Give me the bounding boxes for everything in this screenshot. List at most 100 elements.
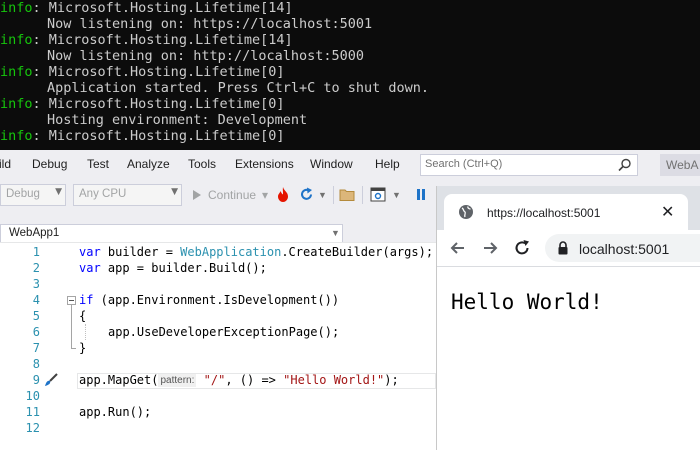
line-number: 1	[32, 245, 40, 259]
menu-test[interactable]: Test	[87, 157, 109, 171]
folder-icon[interactable]	[339, 187, 355, 202]
code-keyword: var	[79, 245, 101, 259]
fold-line	[71, 305, 72, 349]
code-string: "/"	[203, 373, 226, 387]
line-number: 2	[32, 261, 40, 275]
config-value: Debug	[6, 188, 40, 200]
solution-name-chip: WebA	[660, 154, 700, 176]
console-text: : Microsoft.Hosting.Lifetime[14]	[32, 32, 293, 48]
code-editor[interactable]: 1 2 3 4 5 6 7 8 9 10 11 12 var builder =…	[0, 242, 436, 450]
console-line: Now listening on: https://localhost:5001	[47, 16, 372, 32]
browser-link-icon[interactable]	[370, 187, 386, 202]
forward-arrow-icon[interactable]	[481, 239, 499, 257]
search-placeholder: Search (Ctrl+Q)	[425, 158, 503, 170]
console-text: : Microsoft.Hosting.Lifetime[0]	[32, 96, 285, 112]
quick-actions-brush-icon[interactable]	[44, 373, 58, 387]
console-line: Application started. Press Ctrl+C to shu…	[47, 80, 429, 96]
page-content: Hello World!	[437, 267, 700, 450]
info-prefix: info	[0, 32, 33, 48]
code-keyword: var	[79, 261, 101, 275]
parameter-inlay-hint: pattern:	[158, 374, 197, 387]
reload-icon[interactable]	[513, 239, 531, 257]
info-prefix: info	[0, 96, 33, 112]
lock-icon[interactable]	[557, 241, 569, 255]
code-keyword: if	[79, 293, 94, 307]
browser-tab-strip: https://localhost:5001 ✕	[437, 186, 700, 230]
console-text: Now listening on: http://localhost:5000	[47, 48, 364, 64]
menu-analyze[interactable]: Analyze	[127, 157, 170, 171]
console-text: Hosting environment: Development	[47, 112, 308, 128]
code-text: app = builder.Build();	[100, 261, 267, 275]
console-text: : Microsoft.Hosting.Lifetime[14]	[32, 0, 293, 16]
address-text: localhost:5001	[579, 241, 670, 257]
menu-tools[interactable]: Tools	[188, 157, 216, 171]
console-line: Now listening on: http://localhost:5000	[47, 48, 364, 64]
line-number: 11	[25, 405, 40, 419]
line-number: 10	[25, 389, 40, 403]
continue-dropdown-arrow[interactable]: ▾	[262, 188, 268, 202]
code-line: app.Run();	[79, 405, 152, 419]
solution-config-dropdown[interactable]: Debug ▼	[0, 184, 66, 206]
document-tab-label: WebApp1	[9, 227, 60, 239]
toolbar-separator	[362, 186, 363, 204]
hot-reload-flame-icon[interactable]	[277, 187, 289, 202]
pause-icon[interactable]	[416, 189, 426, 200]
code-string: "Hello World!"	[283, 373, 385, 387]
console-text: : Microsoft.Hosting.Lifetime[0]	[32, 128, 285, 144]
line-number: 6	[32, 325, 40, 339]
line-number: 7	[32, 341, 40, 355]
globe-icon	[459, 205, 473, 219]
close-tab-icon[interactable]: ✕	[661, 202, 674, 221]
play-icon[interactable]	[192, 189, 202, 201]
line-number: 12	[25, 421, 40, 435]
line-number: 4	[32, 293, 40, 307]
restart-icon[interactable]	[299, 187, 314, 202]
browser-tab-title: https://localhost:5001	[487, 206, 601, 220]
chevron-down-icon[interactable]: ▼	[392, 190, 401, 200]
browser-tab[interactable]: https://localhost:5001 ✕	[444, 194, 688, 230]
search-icon[interactable]	[617, 157, 633, 173]
line-number: 5	[32, 309, 40, 323]
menu-extensions[interactable]: Extensions	[235, 157, 294, 171]
menu-bar: ild Debug Test Analyze Tools Extensions …	[0, 150, 700, 180]
code-line: }	[79, 341, 87, 355]
line-number: 8	[32, 357, 40, 371]
code-text: );	[384, 373, 399, 387]
code-line: if (app.Environment.IsDevelopment())	[79, 292, 339, 308]
code-line: var app = builder.Build();	[79, 260, 267, 276]
code-line: app.UseDeveloperExceptionPage();	[108, 325, 340, 339]
console-text: Application started. Press Ctrl+C to shu…	[47, 80, 430, 96]
console-line: info: Microsoft.Hosting.Lifetime[14]	[0, 32, 293, 48]
platform-value: Any CPU	[79, 188, 127, 200]
menu-build[interactable]: ild	[0, 157, 11, 171]
toolbar-separator	[333, 186, 334, 204]
console-line: Hosting environment: Development	[47, 112, 307, 128]
code-type: WebApplication	[180, 245, 282, 259]
code-line: {	[79, 309, 87, 323]
platform-dropdown[interactable]: Any CPU ▼	[73, 184, 182, 206]
menu-debug[interactable]: Debug	[32, 157, 67, 171]
code-text: (app.Environment.IsDevelopment())	[93, 293, 340, 307]
console-line: info: Microsoft.Hosting.Lifetime[0]	[0, 64, 284, 80]
menu-help[interactable]: Help	[375, 157, 400, 171]
chevron-down-icon[interactable]: ▼	[331, 228, 340, 238]
line-number: 3	[32, 277, 40, 291]
fold-toggle[interactable]	[67, 296, 76, 305]
search-input[interactable]: Search (Ctrl+Q)	[420, 154, 638, 176]
back-arrow-icon[interactable]	[449, 239, 467, 257]
hello-world-text: Hello World!	[451, 290, 603, 314]
console-text: Now listening on: https://localhost:5001	[47, 16, 373, 32]
chevron-down-icon[interactable]: ▼	[318, 190, 327, 200]
line-number: 9	[32, 373, 40, 387]
menu-window[interactable]: Window	[310, 157, 353, 171]
browser-toolbar: localhost:5001	[437, 230, 700, 267]
browser-window: https://localhost:5001 ✕ localhost:5001 …	[436, 186, 700, 450]
console-line: info: Microsoft.Hosting.Lifetime[0]	[0, 96, 284, 112]
code-line: var builder = WebApplication.CreateBuild…	[79, 244, 433, 260]
console-window: info: Microsoft.Hosting.Lifetime[14] Now…	[0, 0, 700, 150]
continue-button[interactable]: Continue	[208, 188, 256, 202]
chevron-down-icon: ▼	[55, 187, 62, 197]
document-tab-webapp1[interactable]: WebApp1 ▼	[0, 224, 343, 243]
console-text: : Microsoft.Hosting.Lifetime[0]	[32, 64, 285, 80]
address-bar[interactable]: localhost:5001	[545, 234, 700, 262]
